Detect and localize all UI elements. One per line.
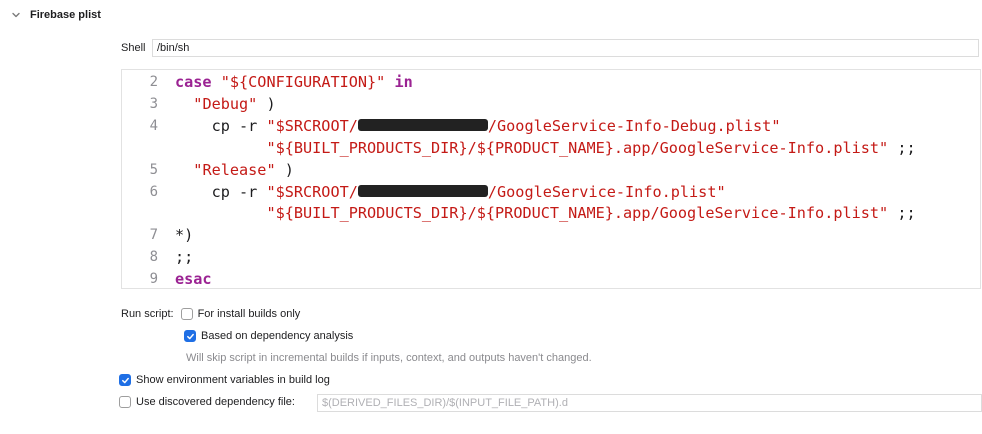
code-text: ;;: [175, 248, 194, 267]
code-line: 8;;: [122, 246, 980, 268]
code-line: 9 esac: [122, 268, 980, 289]
discovered-dep-checkbox[interactable]: [119, 396, 131, 408]
show-env-checkbox[interactable]: [119, 374, 131, 386]
code-text: esac: [175, 270, 212, 289]
code-text: "${BUILT_PRODUCTS_DIR}/${PRODUCT_NAME}.a…: [266, 138, 916, 157]
run-script-label: Run script:: [121, 308, 174, 320]
code-text: *): [175, 226, 194, 245]
code-text: cp -r "$SRCROOT//GoogleService-Info.plis…: [175, 182, 726, 201]
dependency-hint: Will skip script in incremental builds i…: [186, 352, 592, 364]
section-header[interactable]: Firebase plist: [8, 7, 101, 23]
code-line: 7 *): [122, 224, 980, 246]
shell-input[interactable]: /bin/sh: [152, 39, 979, 57]
line-number: 8: [149, 249, 158, 266]
run-script-row: Run script: For install builds only: [121, 308, 300, 320]
discovered-dep-row: Use discovered dependency file:: [119, 396, 295, 408]
discovered-dep-label[interactable]: Use discovered dependency file:: [136, 396, 295, 408]
dependency-file-placeholder: $(DERIVED_FILES_DIR)/$(INPUT_FILE_PATH).…: [322, 397, 568, 409]
code-text: "Release" ): [193, 160, 294, 179]
line-number: 5: [149, 161, 158, 178]
show-env-label[interactable]: Show environment variables in build log: [136, 374, 330, 386]
code-line: 6 cp -r "$SRCROOT//GoogleService-Info.pl…: [122, 181, 980, 203]
install-builds-label[interactable]: For install builds only: [198, 308, 301, 320]
line-number: 6: [149, 183, 158, 200]
line-number: 7: [149, 227, 158, 244]
code-line: 4 cp -r "$SRCROOT//GoogleService-Info-De…: [122, 115, 980, 137]
code-text: "Debug" ): [193, 94, 276, 113]
shell-label: Shell: [121, 42, 146, 54]
line-number: 4: [149, 117, 158, 134]
line-number: 3: [149, 95, 158, 112]
line-number: 2: [149, 74, 158, 90]
dependency-analysis-checkbox[interactable]: [184, 330, 196, 342]
checkmark-icon: [121, 377, 129, 383]
script-editor[interactable]: 2 case "${CONFIGURATION}" in 3 "Debug" ) 4 …: [121, 69, 981, 289]
code-line: 3 "Debug" ): [122, 93, 980, 115]
redacted-path: [357, 119, 488, 132]
checkmark-icon: [186, 333, 194, 339]
line-number: 9: [149, 271, 158, 288]
code-text: "${BUILT_PRODUCTS_DIR}/${PRODUCT_NAME}.a…: [266, 204, 916, 223]
code-text: cp -r "$SRCROOT//GoogleService-Info-Debu…: [175, 116, 781, 135]
dependency-analysis-row: Based on dependency analysis: [184, 330, 353, 342]
code-line: "${BUILT_PRODUCTS_DIR}/${PRODUCT_NAME}.a…: [122, 137, 980, 159]
shell-value: /bin/sh: [157, 42, 190, 54]
dependency-analysis-label[interactable]: Based on dependency analysis: [201, 330, 353, 342]
install-builds-checkbox[interactable]: [180, 308, 193, 320]
section-title: Firebase plist: [30, 9, 101, 21]
code-line: 2 case "${CONFIGURATION}" in: [122, 71, 980, 93]
chevron-down-icon[interactable]: [8, 7, 24, 23]
redacted-path: [357, 185, 488, 197]
code-line: "${BUILT_PRODUCTS_DIR}/${PRODUCT_NAME}.a…: [122, 202, 980, 224]
dependency-file-input[interactable]: $(DERIVED_FILES_DIR)/$(INPUT_FILE_PATH).…: [317, 394, 982, 412]
code-line: 5 "Release" ): [122, 159, 980, 181]
code-text: case "${CONFIGURATION}" in: [175, 73, 413, 91]
show-env-row: Show environment variables in build log: [119, 374, 330, 386]
